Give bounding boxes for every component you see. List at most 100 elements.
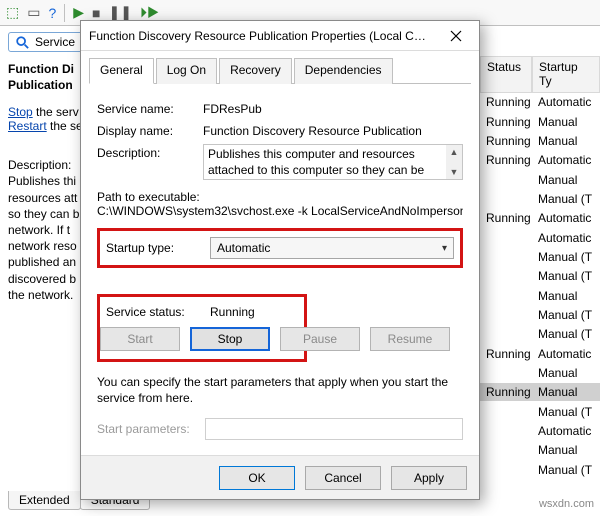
search-placeholder: Service	[35, 35, 75, 49]
startup-header[interactable]: Startup Ty	[532, 56, 600, 93]
description-text: Publishes this computer and resources at…	[204, 145, 446, 179]
status-cell[interactable]	[480, 364, 532, 382]
status-cell[interactable]: Running	[480, 209, 532, 227]
cancel-button[interactable]: Cancel	[305, 466, 381, 490]
stop-icon[interactable]: ■	[92, 5, 100, 21]
startup-cell[interactable]: Manual (T	[532, 267, 600, 285]
tab-extended[interactable]: Extended	[8, 491, 81, 510]
service-control-buttons: Start Stop Pause Resume	[100, 327, 470, 351]
status-cell[interactable]	[480, 267, 532, 285]
startup-type-group: Startup type: Automatic ▾	[97, 228, 463, 268]
start-params-input[interactable]	[205, 418, 463, 440]
tab-dependencies[interactable]: Dependencies	[294, 58, 393, 84]
start-button[interactable]: Start	[100, 327, 180, 351]
pause-icon[interactable]: ❚❚	[109, 4, 132, 21]
status-cell[interactable]	[480, 287, 532, 305]
startup-cell[interactable]: Automatic	[532, 345, 600, 363]
startup-cell[interactable]: Automatic	[532, 229, 600, 247]
status-header[interactable]: Status	[480, 56, 532, 93]
play-icon[interactable]: ▶	[73, 4, 84, 21]
status-cell[interactable]	[480, 403, 532, 421]
startup-cell[interactable]: Manual	[532, 132, 600, 150]
restart-service-link[interactable]: Restart	[8, 119, 47, 133]
stop-service-link[interactable]: Stop	[8, 105, 33, 119]
startup-cell[interactable]: Automatic	[532, 151, 600, 169]
export-icon[interactable]: ⬚	[6, 4, 19, 21]
status-cell[interactable]: Running	[480, 132, 532, 150]
status-cell[interactable]: Running	[480, 93, 532, 111]
startup-cell[interactable]: Manual (T	[532, 190, 600, 208]
status-cell[interactable]	[480, 190, 532, 208]
dialog-title: Function Discovery Resource Publication …	[89, 29, 429, 43]
status-cell[interactable]: Running	[480, 113, 532, 131]
start-params-hint: You can specify the start parameters tha…	[97, 374, 463, 406]
description-label: Description:	[97, 144, 197, 160]
dialog-body: Service name: FDResPub Display name: Fun…	[81, 84, 479, 455]
dialog-titlebar: Function Discovery Resource Publication …	[81, 21, 479, 51]
startup-type-combo[interactable]: Automatic ▾	[210, 237, 454, 259]
properties-icon[interactable]: ▭	[27, 4, 40, 21]
resume-button[interactable]: Resume	[370, 327, 450, 351]
close-button[interactable]	[441, 24, 471, 48]
service-title-line1: Function Di	[8, 62, 74, 76]
ok-button[interactable]: OK	[219, 466, 295, 490]
pause-button[interactable]: Pause	[280, 327, 360, 351]
service-status-label: Service status:	[106, 305, 202, 319]
startup-cell[interactable]: Manual	[532, 171, 600, 189]
startup-type-value: Automatic	[217, 241, 270, 255]
status-cell[interactable]	[480, 306, 532, 324]
service-status-value: Running	[210, 305, 298, 319]
startup-cell[interactable]: Automatic	[532, 422, 600, 440]
help-icon[interactable]: ?	[48, 5, 56, 21]
path-value: C:\WINDOWS\system32\svchost.exe -k Local…	[97, 204, 463, 218]
startup-cell[interactable]: Automatic	[532, 209, 600, 227]
services-columns: Status Startup Ty RunningAutomaticRunnin…	[480, 56, 600, 480]
startup-cell[interactable]: Manual	[532, 364, 600, 382]
status-cell[interactable]	[480, 171, 532, 189]
stop-button[interactable]: Stop	[190, 327, 270, 351]
startup-cell[interactable]: Manual	[532, 113, 600, 131]
status-cell[interactable]	[480, 441, 532, 459]
service-name-label: Service name:	[97, 100, 197, 116]
status-cell[interactable]	[480, 461, 532, 479]
close-icon	[450, 30, 462, 42]
dialog-footer: OK Cancel Apply	[81, 455, 479, 499]
status-cell[interactable]: Running	[480, 345, 532, 363]
status-cell[interactable]: Running	[480, 383, 532, 401]
display-name-label: Display name:	[97, 122, 197, 138]
tab-general[interactable]: General	[89, 58, 154, 84]
scroll-up-icon[interactable]: ▲	[446, 145, 462, 159]
status-cell[interactable]	[480, 422, 532, 440]
display-name-value: Function Discovery Resource Publication	[203, 122, 463, 138]
tab-logon[interactable]: Log On	[156, 58, 217, 84]
stop-tail: the serv	[33, 105, 79, 119]
startup-cell[interactable]: Automatic	[532, 93, 600, 111]
startup-cell[interactable]: Manual	[532, 287, 600, 305]
search-icon	[15, 35, 29, 49]
startup-cell[interactable]: Manual (T	[532, 325, 600, 343]
properties-dialog: Function Discovery Resource Publication …	[80, 20, 480, 500]
restart-tail: the se	[47, 119, 83, 133]
description-body: Publishes thi resources att so they can …	[8, 174, 79, 301]
dialog-tabs: General Log On Recovery Dependencies	[89, 57, 471, 84]
tab-recovery[interactable]: Recovery	[219, 58, 292, 84]
startup-cell[interactable]: Manual (T	[532, 403, 600, 421]
restart-icon[interactable]: ⏵▶	[140, 4, 160, 21]
startup-cell[interactable]: Manual (T	[532, 248, 600, 266]
service-name-value: FDResPub	[203, 100, 463, 116]
startup-cell[interactable]: Manual (T	[532, 461, 600, 479]
description-scrollbar[interactable]: ▲ ▼	[446, 145, 462, 179]
status-cell[interactable]: Running	[480, 151, 532, 169]
startup-type-label: Startup type:	[106, 241, 202, 255]
startup-cell[interactable]: Manual (T	[532, 306, 600, 324]
description-box[interactable]: Publishes this computer and resources at…	[203, 144, 463, 180]
scroll-down-icon[interactable]: ▼	[446, 165, 462, 179]
startup-cell[interactable]: Manual	[532, 383, 600, 401]
startup-cell[interactable]: Manual	[532, 441, 600, 459]
apply-button[interactable]: Apply	[391, 466, 467, 490]
status-cell[interactable]	[480, 248, 532, 266]
status-cell[interactable]	[480, 229, 532, 247]
description-label: Description:	[8, 158, 71, 172]
status-cell[interactable]	[480, 325, 532, 343]
chevron-down-icon: ▾	[442, 243, 447, 254]
